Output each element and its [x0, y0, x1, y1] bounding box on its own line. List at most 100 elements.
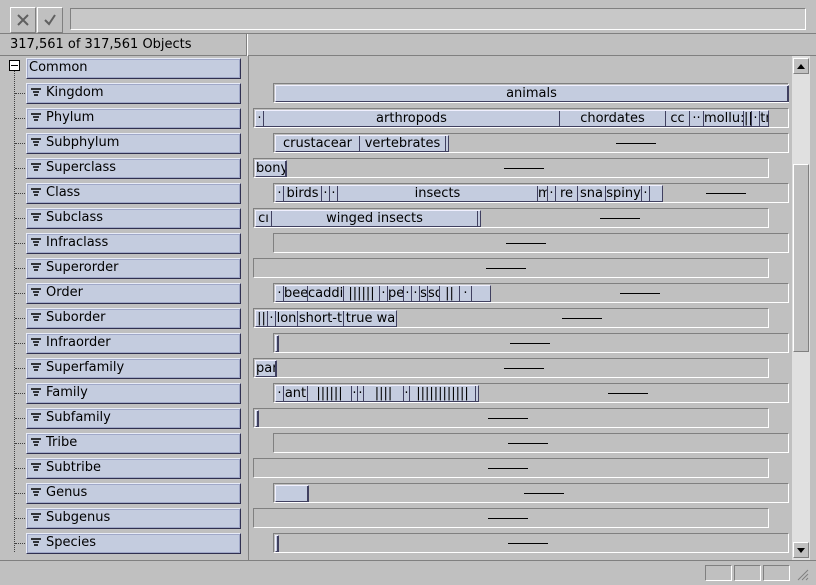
taxon-bar-subfamily[interactable] [255, 410, 259, 427]
taxon-segment[interactable]: winged insects [272, 211, 478, 226]
confirm-button[interactable] [37, 7, 63, 33]
rank-button-kingdom[interactable]: Kingdom [26, 83, 241, 104]
taxon-segment[interactable]: m [538, 186, 548, 201]
taxon-segment[interactable]: true wa [344, 311, 396, 326]
track-subphylum[interactable]: crustacear vertebrates [273, 133, 789, 153]
vertical-scrollbar[interactable] [792, 56, 810, 560]
rank-button-family[interactable]: Family [26, 383, 241, 404]
taxon-segment[interactable]: |||| [364, 386, 404, 401]
taxon-bar-family[interactable]: · ant |||||| · · |||| · |||||||||||| [275, 385, 479, 402]
taxon-segment[interactable] [276, 336, 278, 351]
track-subgenus[interactable] [253, 508, 769, 528]
track-family[interactable]: · ant |||||| · · |||| · |||||||||||| [273, 383, 789, 403]
rank-button-subgenus[interactable]: Subgenus [26, 508, 241, 529]
rank-button-class[interactable]: Class [26, 183, 241, 204]
track-superclass[interactable]: bony [253, 158, 769, 178]
resize-grip[interactable] [795, 567, 811, 581]
taxon-segment[interactable]: · [642, 186, 650, 201]
rank-button-order[interactable]: Order [26, 283, 241, 304]
taxon-segment[interactable]: cı [256, 211, 272, 226]
taxon-segment[interactable]: || [256, 311, 268, 326]
scroll-thumb[interactable] [793, 164, 809, 352]
rank-button-subtribe[interactable]: Subtribe [26, 458, 241, 479]
rank-button-phylum[interactable]: Phylum [26, 108, 241, 129]
taxon-segment[interactable]: · [548, 186, 556, 201]
taxon-segment[interactable]: · [460, 286, 472, 301]
taxon-bar-class[interactable]: ·birds··insectsm·resnaspiny· [275, 185, 663, 202]
taxon-segment[interactable]: re [556, 186, 578, 201]
track-genus[interactable] [273, 483, 789, 503]
taxon-segment[interactable]: cc [666, 111, 690, 126]
taxon-segment[interactable]: crustacear [276, 136, 360, 151]
taxon-segment[interactable]: spiny [606, 186, 642, 201]
rank-button-infraorder[interactable]: Infraorder [26, 333, 241, 354]
rank-button-subclass[interactable]: Subclass [26, 208, 241, 229]
taxon-segment[interactable] [256, 411, 258, 426]
taxon-bar-kingdom[interactable]: animals [275, 85, 789, 102]
taxon-segment[interactable]: par [256, 361, 276, 376]
taxon-segment[interactable]: bee [284, 286, 308, 301]
taxon-segment[interactable]: bony [256, 161, 286, 176]
track-subclass[interactable]: cı winged insects [253, 208, 769, 228]
track-tribe[interactable] [273, 433, 789, 453]
taxon-segment[interactable]: · [256, 111, 264, 126]
taxon-segment[interactable]: · [268, 311, 276, 326]
taxon-segment[interactable]: · [404, 286, 412, 301]
taxon-segment[interactable]: s [420, 286, 428, 301]
rank-button-superorder[interactable]: Superorder [26, 258, 241, 279]
track-order[interactable]: ·beecaddi||||||·pe··sso||· [273, 283, 789, 303]
track-superorder[interactable] [253, 258, 769, 278]
taxon-segment[interactable]: birds [284, 186, 322, 201]
taxon-bar-superfamily[interactable]: par [255, 360, 277, 377]
rank-button-tribe[interactable]: Tribe [26, 433, 241, 454]
taxon-segment[interactable]: tr [760, 111, 768, 126]
taxon-segment[interactable] [276, 486, 308, 501]
track-infraclass[interactable] [273, 233, 789, 253]
taxon-segment[interactable]: lon [276, 311, 298, 326]
track-phylum[interactable]: ·arthropodschordatescc··mollu:||·tr– [253, 108, 789, 128]
taxon-bar-genus[interactable] [275, 485, 309, 502]
taxon-segment[interactable]: insects [338, 186, 538, 201]
taxon-segment[interactable]: || [744, 111, 752, 126]
tree-root-common[interactable]: Common [26, 58, 241, 79]
track-suborder[interactable]: ||·lonshort-ttrue wa· [253, 308, 769, 328]
rank-button-superclass[interactable]: Superclass [26, 158, 241, 179]
taxon-segment[interactable]: · [276, 186, 284, 201]
taxon-segment[interactable]: short-t [298, 311, 344, 326]
track-subtribe[interactable] [253, 458, 769, 478]
track-class[interactable]: ·birds··insectsm·resnaspiny· [273, 183, 789, 203]
track-superfamily[interactable]: par [253, 358, 769, 378]
taxon-segment[interactable] [276, 536, 278, 551]
taxon-bar-subclass[interactable]: cı winged insects [255, 210, 481, 227]
rank-button-species[interactable]: Species [26, 533, 241, 554]
rank-button-superfamily[interactable]: Superfamily [26, 358, 241, 379]
track-kingdom[interactable]: animals [273, 83, 789, 103]
collapse-toggle[interactable] [9, 60, 20, 71]
pane-divider[interactable] [246, 34, 248, 56]
rank-button-infraclass[interactable]: Infraclass [26, 233, 241, 254]
taxon-segment[interactable]: chordates [560, 111, 666, 126]
taxon-segment[interactable]: |||||| [344, 286, 380, 301]
taxon-bar-superclass[interactable]: bony [255, 160, 287, 177]
taxon-segment[interactable]: mollu: [704, 111, 744, 126]
taxon-segment[interactable]: · [276, 386, 284, 401]
taxon-segment[interactable]: |||||||||||| [410, 386, 476, 401]
taxon-segment[interactable]: · [322, 186, 330, 201]
taxon-bar-suborder[interactable]: ||·lonshort-ttrue wa· [255, 310, 397, 327]
cancel-button[interactable] [10, 7, 36, 33]
scroll-up-button[interactable] [793, 58, 809, 74]
taxon-segment[interactable]: · [412, 286, 420, 301]
rank-button-suborder[interactable]: Suborder [26, 308, 241, 329]
taxon-segment[interactable]: ant [284, 386, 308, 401]
taxon-segment[interactable]: animals [276, 86, 788, 101]
taxon-segment[interactable]: || [440, 286, 460, 301]
taxon-segment[interactable]: caddi [308, 286, 344, 301]
taxon-segment[interactable]: · [330, 186, 338, 201]
taxon-segment[interactable]: ·· [690, 111, 704, 126]
rank-button-subfamily[interactable]: Subfamily [26, 408, 241, 429]
taxon-segment[interactable]: sna [578, 186, 606, 201]
taxon-segment[interactable]: · [752, 111, 760, 126]
rank-button-genus[interactable]: Genus [26, 483, 241, 504]
taxon-bar-infraorder[interactable] [275, 335, 279, 352]
track-infraorder[interactable] [273, 333, 789, 353]
